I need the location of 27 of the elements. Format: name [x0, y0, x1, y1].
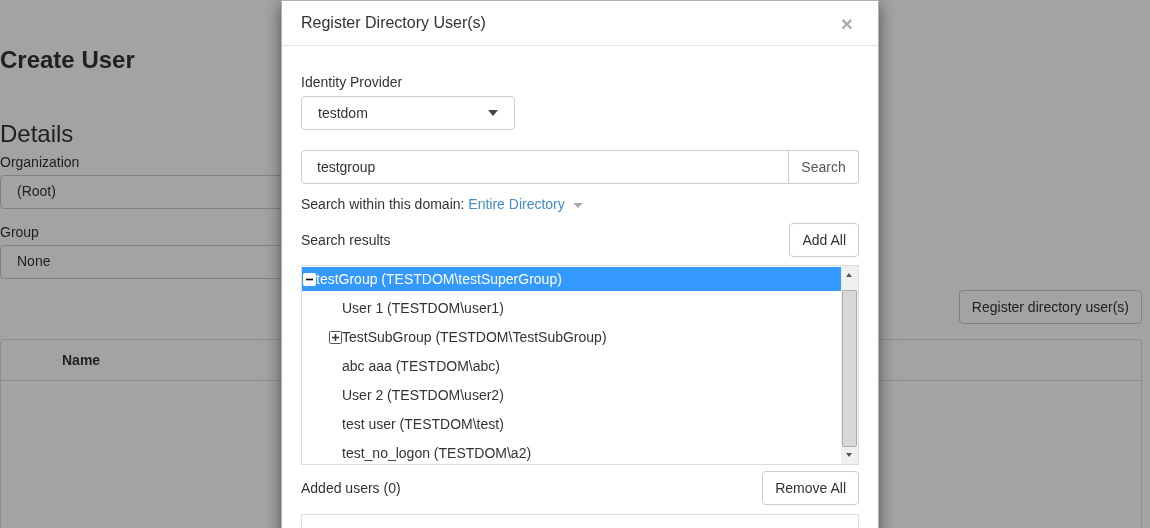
scrollbar[interactable]: [841, 266, 858, 464]
search-field[interactable]: testgroup: [301, 150, 789, 184]
identity-provider-select[interactable]: testdom: [301, 96, 515, 130]
tree-item[interactable]: User 1 (TESTDOM\user1): [302, 296, 841, 320]
page-title: Create User: [0, 46, 135, 74]
field-label: Group: [0, 224, 39, 240]
tree-item[interactable]: User 2 (TESTDOM\user2): [302, 383, 841, 407]
dialog-title: Register Directory User(s): [301, 14, 486, 32]
scope-label: Search within this domain:: [301, 196, 465, 212]
caret-icon: [488, 110, 498, 116]
results-label: Search results: [301, 232, 391, 248]
field-label: Organization: [0, 154, 80, 170]
tree-item[interactable]: TestSubGroup (TESTDOM\TestSubGroup): [302, 325, 841, 349]
remove-all-button[interactable]: Remove All: [762, 471, 859, 505]
caret-icon: [572, 202, 583, 208]
tree-item[interactable]: test user (TESTDOM\test): [302, 412, 841, 436]
plus-box-icon[interactable]: [329, 330, 342, 344]
added-users-label: Added users (0): [301, 480, 401, 496]
tree-item[interactable]: test_no_logon (TESTDOM\a2): [302, 441, 841, 465]
column-header: Name: [62, 352, 101, 368]
register-button[interactable]: Register directory user(s): [958, 290, 1142, 324]
minus-box-icon[interactable]: [303, 272, 316, 286]
tree-item[interactable]: abc aaa (TESTDOM\abc): [302, 354, 841, 378]
search-button[interactable]: Search: [789, 150, 859, 184]
add-all-button[interactable]: Add All: [789, 223, 859, 257]
field-label: Identity Provider: [301, 74, 403, 90]
section-heading: Details: [0, 120, 74, 147]
